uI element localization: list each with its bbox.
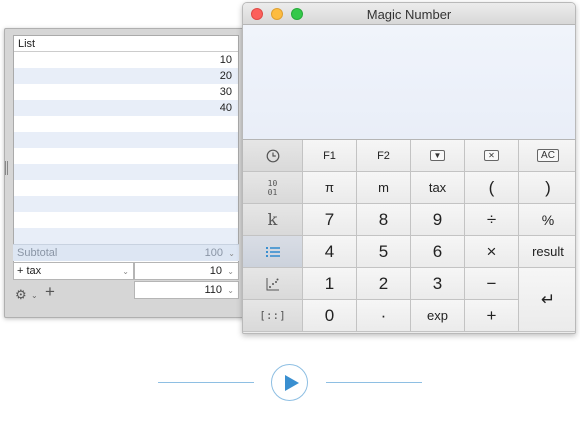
percent-button[interactable]: % (519, 204, 575, 236)
list-row[interactable] (14, 228, 238, 244)
digit-8-button[interactable]: 8 (357, 204, 411, 236)
divide-button[interactable]: ÷ (465, 204, 519, 236)
list-row[interactable]: 20 (14, 68, 238, 84)
subtotal-value: 100 (204, 247, 223, 259)
minus-button[interactable]: − (465, 268, 519, 300)
calculator-window: Magic Number F1 F2 ▼ ✕ AC 10 01 π m tax … (242, 2, 576, 334)
list-table: List 10 20 30 40 (13, 35, 239, 271)
f1-label: F1 (323, 149, 336, 162)
list-icon (265, 246, 280, 257)
total-value-field[interactable]: 110 ⌄ (134, 281, 239, 299)
resize-grip[interactable] (5, 161, 8, 175)
digit-3-button[interactable]: 3 (411, 268, 465, 300)
tax-row: + tax ⌄ 10 ⌄ (13, 262, 239, 280)
title-bar[interactable]: Magic Number (243, 3, 575, 25)
chevron-down-icon: ⌄ (227, 286, 234, 295)
digit-4-button[interactable]: 4 (303, 236, 357, 268)
right-paren-button[interactable]: ) (519, 172, 575, 204)
list-window: List 10 20 30 40 Subtotal 100 ⌄ + tax ⌄ … (4, 28, 246, 318)
pi-button[interactable]: π (303, 172, 357, 204)
digit-1-button[interactable]: 1 (303, 268, 357, 300)
clock-icon (266, 149, 279, 162)
memory-button[interactable]: m (357, 172, 411, 204)
f2-label: F2 (377, 149, 390, 162)
tax-value-field[interactable]: 10 ⌄ (134, 262, 239, 280)
divider-line (158, 382, 254, 383)
list-row[interactable]: 30 (14, 84, 238, 100)
tax-value: 10 (209, 265, 222, 277)
scatter-mode-button[interactable] (243, 268, 303, 300)
clear-entry-button[interactable]: ✕ (465, 140, 519, 172)
window-title: Magic Number (366, 7, 452, 22)
digit-9-button[interactable]: 9 (411, 204, 465, 236)
list-row[interactable] (14, 148, 238, 164)
digit-5-button[interactable]: 5 (357, 236, 411, 268)
list-header: List (14, 36, 238, 52)
digit-2-button[interactable]: 2 (357, 268, 411, 300)
dropdown-arrow-icon: ▼ (429, 150, 446, 161)
ac-label: AC (537, 149, 559, 162)
chevron-down-icon[interactable]: ⌄ (31, 291, 38, 300)
list-mode-button[interactable] (243, 236, 303, 268)
chevron-down-icon: ⌄ (122, 267, 129, 276)
left-paren-button[interactable]: ( (465, 172, 519, 204)
digit-0-button[interactable]: 0 (303, 300, 357, 332)
f1-button[interactable]: F1 (303, 140, 357, 172)
binary-icon[interactable]: 10 01 (243, 172, 303, 204)
digit-6-button[interactable]: 6 (411, 236, 465, 268)
keypad: F1 F2 ▼ ✕ AC 10 01 π m tax ( ) k 7 8 9 ÷… (243, 140, 575, 333)
list-row[interactable]: 40 (14, 100, 238, 116)
tax-button[interactable]: tax (411, 172, 465, 204)
decimal-button[interactable]: · (357, 300, 411, 332)
multiply-button[interactable]: × (465, 236, 519, 268)
gear-icon[interactable]: ⚙ (15, 287, 27, 303)
calculator-display[interactable] (243, 25, 575, 140)
total-value: 110 (204, 284, 222, 296)
tax-select[interactable]: + tax ⌄ (13, 262, 134, 280)
tax-select-label: + tax (17, 265, 42, 277)
list-row[interactable] (14, 132, 238, 148)
play-button[interactable] (271, 364, 308, 401)
list-row[interactable]: 10 (14, 52, 238, 68)
dropdown-button[interactable]: ▼ (411, 140, 465, 172)
chevron-down-icon[interactable]: ⌄ (228, 245, 235, 262)
matrix-icon[interactable]: [::] (243, 300, 303, 332)
history-button[interactable] (243, 140, 303, 172)
digit-7-button[interactable]: 7 (303, 204, 357, 236)
result-button[interactable]: result (519, 236, 575, 268)
clear-box-icon: ✕ (484, 150, 499, 161)
exp-button[interactable]: exp (411, 300, 465, 332)
list-row[interactable] (14, 116, 238, 132)
scatter-icon (266, 277, 279, 290)
constant-k-icon[interactable]: k (243, 204, 303, 236)
divider-line (326, 382, 422, 383)
add-icon[interactable]: + (45, 283, 55, 301)
list-row[interactable] (14, 196, 238, 212)
subtotal-row[interactable]: Subtotal 100 ⌄ (13, 244, 239, 261)
subtotal-label: Subtotal (17, 247, 58, 259)
list-row[interactable] (14, 180, 238, 196)
list-row[interactable] (14, 212, 238, 228)
enter-button[interactable]: ↵ (519, 268, 575, 332)
plus-button[interactable]: + (465, 300, 519, 332)
f2-button[interactable]: F2 (357, 140, 411, 172)
play-icon (285, 375, 299, 391)
list-row[interactable] (14, 164, 238, 180)
ac-button[interactable]: AC (519, 140, 575, 172)
chevron-down-icon: ⌄ (227, 267, 234, 276)
